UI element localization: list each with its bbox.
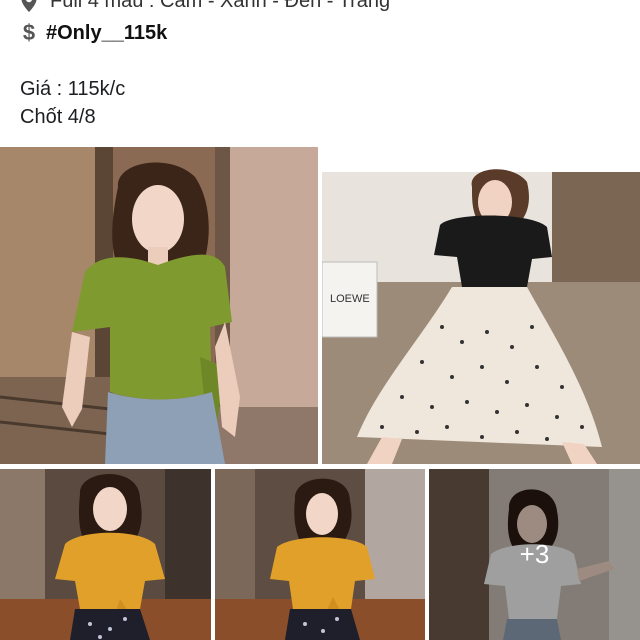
photo-orange-top-1[interactable] — [0, 469, 211, 640]
more-photos-overlay[interactable]: +3 — [429, 469, 640, 640]
hashtag-link[interactable]: #Only__115k — [46, 22, 167, 45]
dollar-icon: $ — [22, 20, 36, 45]
photo-green-top[interactable] — [0, 147, 318, 464]
colors-text: Full 4 màu : Cam - Xanh - Đen - Trắng — [50, 0, 391, 12]
hashtag-line: $ #Only__115k — [20, 20, 167, 46]
price-text: Giá : 115k/c — [20, 78, 126, 100]
map-pin-icon — [21, 0, 37, 12]
more-photos-count: +3 — [519, 539, 550, 569]
svg-text:LOEWE: LOEWE — [330, 293, 370, 305]
photo-white-top[interactable]: +3 — [429, 469, 640, 640]
close-date-text: Chốt 4/8 — [20, 106, 96, 128]
post-text: Full 4 màu : Cam - Xanh - Đen - Trắng $ … — [0, 0, 640, 146]
photo-orange-top-2[interactable] — [215, 469, 425, 640]
colors-line: Full 4 màu : Cam - Xanh - Đen - Trắng — [20, 0, 390, 13]
photo-black-top-skirt[interactable]: LOEWE — [322, 147, 640, 464]
